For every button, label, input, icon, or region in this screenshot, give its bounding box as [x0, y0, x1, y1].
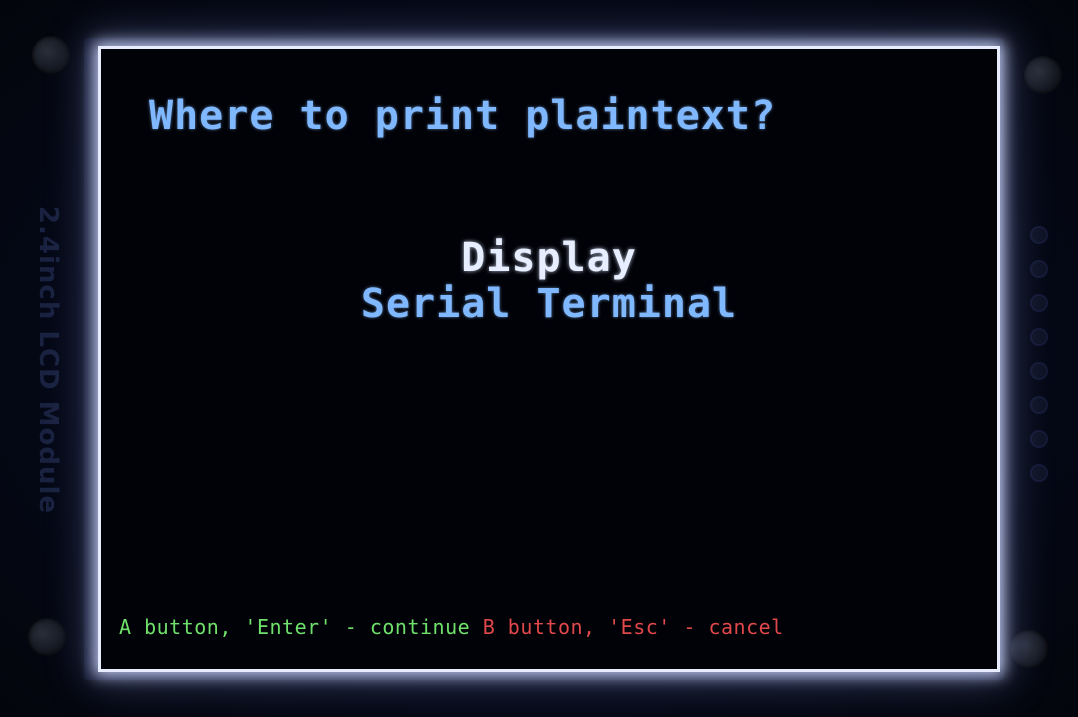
output-options-menu: Display Serial Terminal — [101, 235, 997, 327]
header-pin-hole — [1030, 464, 1048, 482]
mount-hole-bottom-right — [1010, 630, 1048, 668]
header-pin-hole — [1030, 260, 1048, 278]
header-pin-hole — [1030, 362, 1048, 380]
lcd-module-board: 2.4inch LCD Module Where to print plaint… — [0, 0, 1078, 717]
continue-hint: A button, 'Enter' - continue — [119, 615, 471, 639]
footer-hints: A button, 'Enter' - continue B button, '… — [119, 615, 784, 639]
header-pin-hole — [1030, 396, 1048, 414]
header-pin-hole — [1030, 294, 1048, 312]
mount-hole-top-right — [1024, 56, 1062, 94]
lcd-screen: Where to print plaintext? Display Serial… — [98, 46, 1000, 672]
header-pin-hole — [1030, 430, 1048, 448]
module-silkscreen-label: 2.4inch LCD Module — [33, 205, 63, 515]
cancel-hint: B button, 'Esc' - cancel — [482, 615, 784, 639]
menu-option-display[interactable]: Display — [101, 235, 997, 281]
prompt-title: Where to print plaintext? — [149, 93, 777, 139]
menu-option-serial-terminal[interactable]: Serial Terminal — [101, 281, 997, 327]
mount-hole-top-left — [32, 36, 70, 74]
header-pin-hole — [1030, 328, 1048, 346]
header-pin-hole — [1030, 226, 1048, 244]
mount-hole-bottom-left — [28, 618, 66, 656]
